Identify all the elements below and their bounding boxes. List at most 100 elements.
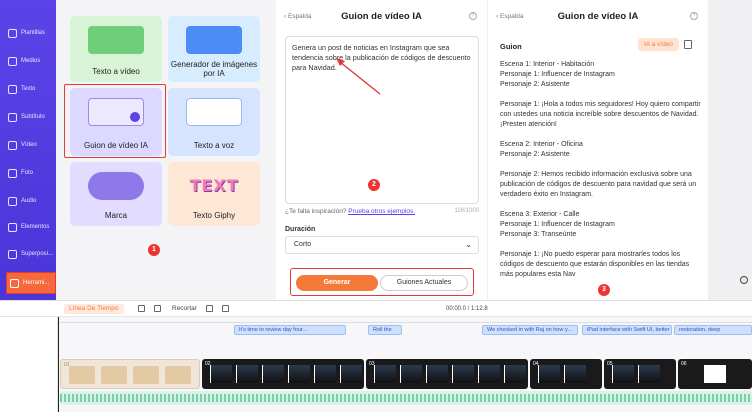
audio-icon bbox=[8, 196, 17, 206]
rail-item-tools[interactable]: Herrami... bbox=[6, 272, 56, 294]
copyright-icon bbox=[88, 172, 144, 200]
script-paragraph: Escena 1: Interior - Habitación Personaj… bbox=[500, 61, 615, 88]
copy-icon[interactable] bbox=[684, 40, 692, 49]
ai-to-video-button[interactable]: IA a vídeo bbox=[638, 38, 679, 51]
media-icon bbox=[8, 56, 17, 66]
rail-item-media[interactable]: Medios bbox=[0, 50, 56, 72]
audio-track[interactable] bbox=[60, 391, 752, 405]
caption-clip[interactable]: It's time to review day four... bbox=[234, 325, 346, 335]
clip-thumbnail bbox=[478, 365, 500, 383]
step-marker-2: 2 bbox=[368, 179, 380, 191]
template-icon bbox=[8, 28, 17, 38]
clip-thumbnail bbox=[638, 365, 660, 383]
video-clip[interactable]: 03 bbox=[366, 359, 528, 389]
rail-item-label: Herrami... bbox=[23, 280, 50, 286]
card-text-to-speech[interactable]: Texto a voz bbox=[168, 88, 260, 156]
hint-text: ¿Te falta inspiración? bbox=[285, 208, 349, 215]
caption-clip[interactable]: iPad interface with Swift UI, better sup… bbox=[582, 325, 672, 335]
step-marker-1: 1 bbox=[148, 244, 160, 256]
script-paragraph: Escena 2: Interior - Oficina Personaje 2… bbox=[500, 141, 583, 158]
video-clip[interactable]: 06 bbox=[678, 359, 752, 389]
caption-clip[interactable]: Roll the bbox=[368, 325, 402, 335]
playhead[interactable] bbox=[58, 317, 59, 412]
tools-panel: Texto a vídeo Generador de imágenes por … bbox=[56, 0, 276, 300]
highlight-box-script-card bbox=[64, 84, 166, 158]
crop-button[interactable]: Recortar bbox=[172, 304, 197, 314]
subtitle-icon bbox=[8, 112, 17, 122]
audio-waveform bbox=[60, 394, 752, 402]
card-giphy-text[interactable]: TEXT Texto Giphy bbox=[168, 162, 260, 226]
rail-item-subtitle[interactable]: Subtítulo bbox=[0, 106, 56, 128]
duration-label: Duración bbox=[285, 226, 316, 233]
clip-thumbnail bbox=[236, 365, 258, 383]
card-text-to-video[interactable]: Texto a vídeo bbox=[70, 16, 162, 82]
giphy-text-art: TEXT bbox=[189, 176, 239, 195]
chevron-down-icon: ⌄ bbox=[465, 240, 472, 249]
rail-item-overlay[interactable]: Superposi... bbox=[0, 243, 56, 265]
card-brand[interactable]: Marca bbox=[70, 162, 162, 226]
duration-value: Corto bbox=[294, 241, 312, 248]
clip-thumbnail bbox=[426, 365, 448, 383]
card-label: Texto Giphy bbox=[192, 211, 236, 220]
video-clip[interactable]: 05 bbox=[604, 359, 676, 389]
video-clip[interactable]: 01 bbox=[60, 359, 200, 389]
video-clip[interactable]: 04 bbox=[530, 359, 602, 389]
clip-thumbnail bbox=[262, 365, 284, 383]
caption-clip[interactable]: restoration, deep bbox=[674, 325, 752, 335]
timeline-tab[interactable]: Línea De Tiempo bbox=[64, 304, 124, 314]
rail-item-label: Foto bbox=[21, 170, 34, 176]
script-heading: Guion bbox=[500, 42, 522, 51]
duration-select[interactable]: Corto ⌄ bbox=[285, 236, 479, 254]
trash-icon[interactable] bbox=[222, 305, 229, 312]
add-icon[interactable] bbox=[138, 305, 145, 312]
rail-item-templates[interactable]: Plantillas bbox=[0, 22, 56, 44]
script-form-panel: ‹ Espalda Guion de vídeo IA ? Genera un … bbox=[276, 0, 488, 300]
preview-area bbox=[708, 0, 752, 300]
video-clip[interactable]: 02 bbox=[202, 359, 364, 389]
rail-item-label: Medios bbox=[21, 58, 41, 64]
card-ai-image-generator[interactable]: Generador de imágenes por IA bbox=[168, 16, 260, 82]
result-header: ‹ Espalda Guion de vídeo IA ? bbox=[488, 10, 708, 26]
clip-thumbnail bbox=[340, 365, 362, 383]
help-icon[interactable]: ? bbox=[690, 12, 698, 20]
track-headers bbox=[0, 317, 58, 412]
form-header: ‹ Espalda Guion de vídeo IA ? bbox=[276, 10, 487, 26]
clip-thumbnail bbox=[564, 365, 586, 383]
photo-icon bbox=[8, 168, 17, 178]
rail-item-photo[interactable]: Foto bbox=[0, 162, 56, 184]
clip-thumbnail bbox=[400, 365, 422, 383]
script-result-panel: ‹ Espalda Guion de vídeo IA ? Guion IA a… bbox=[488, 0, 708, 300]
rail-item-label: Texto bbox=[21, 86, 36, 92]
text-icon bbox=[8, 84, 17, 94]
timeline-toolbar: Línea De Tiempo Recortar 00:00.0 / 1:12.… bbox=[0, 301, 752, 317]
left-rail: Plantillas Medios Texto Subtítulo Vídeo … bbox=[0, 0, 56, 300]
script-text: Escena 1: Interior - Habitación Personaj… bbox=[500, 60, 704, 290]
split-icon[interactable] bbox=[154, 305, 161, 312]
prompt-textarea[interactable]: Genera un post de noticias en Instagram … bbox=[285, 36, 479, 204]
script-paragraph: Escena 3: Exterior - Calle Personaje 1: … bbox=[500, 211, 615, 238]
form-title: Guion de vídeo IA bbox=[341, 11, 422, 22]
waveform-icon bbox=[186, 98, 242, 126]
clip-number: 06 bbox=[681, 361, 687, 367]
clip-thumbnail bbox=[133, 366, 159, 384]
rail-item-video[interactable]: Vídeo bbox=[0, 134, 56, 156]
card-label: Marca bbox=[104, 211, 128, 220]
current-scripts-button[interactable]: Guiones Actuales bbox=[380, 275, 468, 291]
tools-icon bbox=[10, 278, 19, 288]
rail-item-label: Plantillas bbox=[21, 30, 46, 36]
clip-thumbnail bbox=[538, 365, 560, 383]
caption-clip[interactable]: We checked in with Raj on how y... bbox=[482, 325, 578, 335]
rail-item-text[interactable]: Texto bbox=[0, 78, 56, 100]
try-examples-link[interactable]: Prueba otros ejemplos. bbox=[348, 208, 415, 215]
clock-icon[interactable] bbox=[740, 276, 748, 284]
card-label: Texto a vídeo bbox=[92, 67, 140, 76]
clip-thumbnail bbox=[704, 365, 726, 383]
script-paragraph: Personaje 1: ¡No puedo esperar para most… bbox=[500, 251, 690, 278]
step-marker-3: 3 bbox=[598, 284, 610, 296]
rail-item-elements[interactable]: Elementos bbox=[0, 216, 56, 238]
duplicate-icon[interactable] bbox=[206, 305, 213, 312]
rail-item-audio[interactable]: Audio bbox=[0, 190, 56, 212]
help-icon[interactable]: ? bbox=[469, 12, 477, 20]
generate-button[interactable]: Generar bbox=[296, 275, 378, 291]
timecode: 00:00.0 / 1:12.8 bbox=[446, 306, 488, 312]
